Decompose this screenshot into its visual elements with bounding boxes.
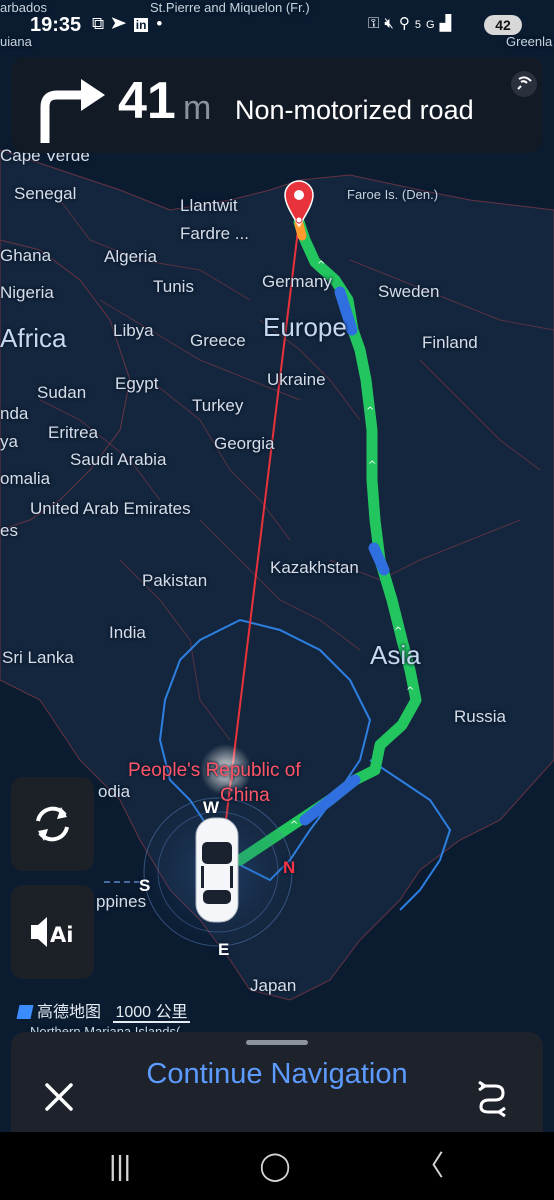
voice-ai-button[interactable]: Ai (11, 885, 94, 979)
map-label: Japan (250, 976, 297, 995)
map-label: Russia (454, 707, 506, 726)
map-label: Germany (262, 272, 332, 291)
compass-south: S (139, 876, 151, 895)
signal-icon: ▟ (439, 15, 457, 32)
map-label: Africa (0, 323, 67, 353)
bottom-panel: Continue Navigation (11, 1032, 543, 1132)
map-label: Eritrea (48, 423, 99, 442)
map-label: omalia (0, 469, 51, 488)
distance-value: 41 (118, 72, 176, 130)
map-scale: 1000 公里 (113, 1004, 190, 1023)
map-label: nda (0, 404, 29, 423)
map-label: Europe (263, 312, 347, 342)
map-label: Libya (113, 321, 154, 340)
telegram-icon: ➤ (111, 14, 134, 33)
road-name: Non-motorized road (235, 95, 474, 125)
compass-north: N (283, 858, 296, 877)
distance-unit: m (183, 89, 212, 127)
map-label: odia (98, 782, 131, 801)
map-label: Greece (190, 331, 246, 350)
recent-apps-icon[interactable]: ||| (100, 1146, 140, 1186)
refresh-icon (36, 806, 69, 842)
map-label: Faroe Is. (Den.) (347, 187, 439, 202)
svg-text:^: ^ (368, 460, 376, 471)
map-label: Ukraine (267, 370, 326, 389)
compass-west: W (203, 798, 220, 817)
map-label: Asia (370, 640, 421, 670)
system-navbar: ||| ◯ 〈 (0, 1132, 554, 1200)
screenshot-icon: ⧉ (92, 14, 112, 33)
map-label: Sweden (378, 282, 440, 301)
drag-handle[interactable] (246, 1040, 308, 1045)
map-label: United Arab Emirates (30, 499, 191, 518)
home-icon[interactable]: ◯ (255, 1146, 295, 1186)
svg-text:^: ^ (406, 686, 414, 697)
back-icon[interactable]: 〈 (410, 1146, 450, 1186)
car-icon (195, 817, 239, 923)
map-label: Finland (422, 333, 478, 352)
map-label: India (109, 623, 146, 642)
status-time: 19:35 (30, 14, 82, 36)
map-label: Senegal (14, 184, 77, 203)
turn-right-icon (40, 79, 105, 143)
battery-indicator: 42 (484, 15, 522, 35)
svg-text:Ai: Ai (50, 923, 73, 947)
continue-navigation-button[interactable]: Continue Navigation (11, 1058, 543, 1091)
status-left-icons: ⧉➤ in • (92, 14, 169, 34)
instruction-card: 41 m Non-motorized road (11, 57, 543, 153)
5g-icon: 5G (414, 19, 440, 31)
map-logo: 高德地图 1000 公里 (16, 998, 190, 1023)
map-label: Saudi Arabia (70, 450, 167, 469)
mute-icon: 🔇︎ (384, 15, 399, 32)
map-label: People's Republic of (128, 760, 301, 781)
svg-text:^: ^ (290, 820, 298, 831)
map-label: Ghana (0, 246, 52, 265)
map-label: Llantwit (180, 196, 238, 215)
map-label: China (220, 785, 270, 806)
svg-text:^: ^ (317, 260, 325, 271)
map-label: Sri Lanka (2, 648, 74, 667)
map-label: Sudan (37, 383, 87, 402)
map-label: Nigeria (0, 283, 54, 302)
voice-ai-icon: Ai (31, 917, 73, 947)
map-label: Algeria (104, 247, 157, 266)
map-label: ya (0, 432, 18, 451)
map-label: es (0, 521, 18, 540)
key-icon: ⚿ (368, 15, 385, 32)
status-bar: 19:35 ⧉➤ in • ⚿🔇︎⚲5G▟ 42 (0, 0, 554, 52)
close-icon[interactable] (39, 1077, 79, 1117)
map-label: Egypt (115, 374, 159, 393)
map-label: Kazakhstan (270, 558, 359, 577)
map-label: Georgia (214, 434, 275, 453)
gps-signal-icon[interactable] (509, 69, 539, 99)
map-label: Fardre ... (180, 224, 249, 243)
linkedin-icon: in (133, 18, 149, 32)
reroute-icon[interactable] (471, 1076, 513, 1118)
svg-text:^: ^ (366, 406, 374, 417)
map-label: Turkey (192, 396, 244, 415)
map-label: Pakistan (142, 571, 208, 590)
map-label: Tunis (153, 277, 194, 296)
dot-icon: • (156, 14, 170, 33)
amap-logo-icon (16, 1005, 34, 1019)
refresh-button[interactable] (11, 777, 94, 871)
svg-text:^: ^ (394, 626, 402, 637)
compass-east: E (218, 940, 230, 959)
location-icon: ⚲ (398, 15, 415, 32)
status-right-icons: ⚿🔇︎⚲5G▟ (368, 14, 456, 32)
